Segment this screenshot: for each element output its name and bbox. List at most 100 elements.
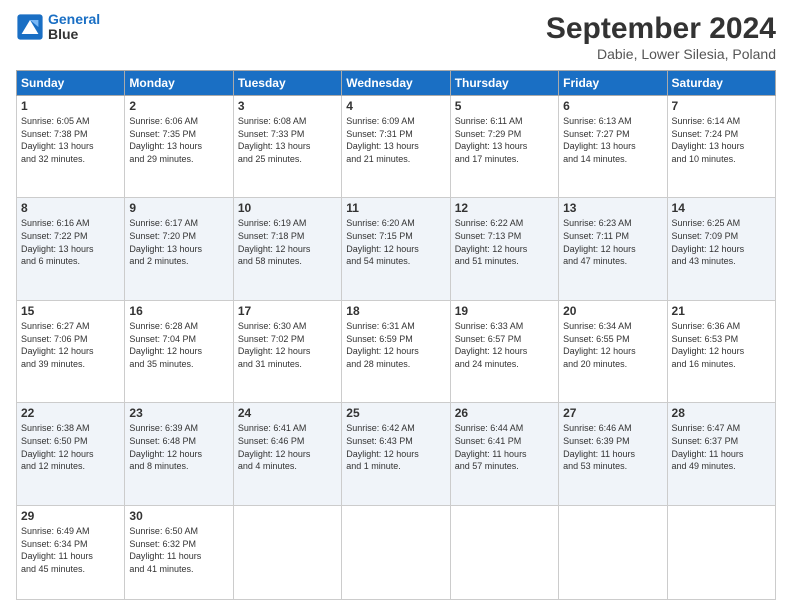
day-number: 24 — [238, 406, 337, 420]
col-header-wednesday: Wednesday — [342, 71, 450, 96]
calendar-cell — [233, 505, 341, 599]
day-number: 26 — [455, 406, 554, 420]
calendar-cell: 4 Sunrise: 6:09 AM Sunset: 7:31 PM Daylig… — [342, 96, 450, 198]
day-number: 8 — [21, 201, 120, 215]
day-number: 23 — [129, 406, 228, 420]
day-info: Sunrise: 6:13 AM Sunset: 7:27 PM Dayligh… — [563, 115, 662, 165]
calendar-cell — [559, 505, 667, 599]
calendar-cell: 25 Sunrise: 6:42 AM Sunset: 6:43 PM Dayli… — [342, 403, 450, 505]
day-info: Sunrise: 6:09 AM Sunset: 7:31 PM Dayligh… — [346, 115, 445, 165]
day-number: 27 — [563, 406, 662, 420]
col-header-monday: Monday — [125, 71, 233, 96]
month-title: September 2024 — [546, 12, 776, 46]
day-number: 2 — [129, 99, 228, 113]
day-info: Sunrise: 6:44 AM Sunset: 6:41 PM Dayligh… — [455, 422, 554, 472]
day-number: 9 — [129, 201, 228, 215]
day-info: Sunrise: 6:27 AM Sunset: 7:06 PM Dayligh… — [21, 320, 120, 370]
day-info: Sunrise: 6:22 AM Sunset: 7:13 PM Dayligh… — [455, 217, 554, 267]
day-info: Sunrise: 6:42 AM Sunset: 6:43 PM Dayligh… — [346, 422, 445, 472]
col-header-saturday: Saturday — [667, 71, 775, 96]
day-info: Sunrise: 6:28 AM Sunset: 7:04 PM Dayligh… — [129, 320, 228, 370]
calendar-cell: 2Sunrise: 6:06 AM Sunset: 7:35 PM Daylig… — [125, 96, 233, 198]
day-number: 6 — [563, 99, 662, 113]
location: Dabie, Lower Silesia, Poland — [546, 46, 776, 62]
day-info: Sunrise: 6:25 AM Sunset: 7:09 PM Dayligh… — [672, 217, 771, 267]
calendar-cell: 28 Sunrise: 6:47 AM Sunset: 6:37 PM Dayli… — [667, 403, 775, 505]
day-number: 14 — [672, 201, 771, 215]
day-number: 1 — [21, 99, 120, 113]
calendar-cell: 27 Sunrise: 6:46 AM Sunset: 6:39 PM Dayli… — [559, 403, 667, 505]
calendar-week-3: 15Sunrise: 6:27 AM Sunset: 7:06 PM Dayli… — [17, 300, 776, 402]
calendar-cell — [342, 505, 450, 599]
logo: General Blue — [16, 12, 100, 43]
day-number: 10 — [238, 201, 337, 215]
calendar-cell: 7 Sunrise: 6:14 AM Sunset: 7:24 PM Daylig… — [667, 96, 775, 198]
day-number: 3 — [238, 99, 337, 113]
day-info: Sunrise: 6:38 AM Sunset: 6:50 PM Dayligh… — [21, 422, 120, 472]
day-info: Sunrise: 6:41 AM Sunset: 6:46 PM Dayligh… — [238, 422, 337, 472]
calendar-cell: 3Sunrise: 6:08 AM Sunset: 7:33 PM Daylig… — [233, 96, 341, 198]
calendar-cell: 23 Sunrise: 6:39 AM Sunset: 6:48 PM Dayli… — [125, 403, 233, 505]
calendar-cell: 12 Sunrise: 6:22 AM Sunset: 7:13 PM Dayli… — [450, 198, 558, 300]
calendar-cell: 19Sunrise: 6:33 AM Sunset: 6:57 PM Dayli… — [450, 300, 558, 402]
day-number: 4 — [346, 99, 445, 113]
day-info: Sunrise: 6:36 AM Sunset: 6:53 PM Dayligh… — [672, 320, 771, 370]
calendar-cell: 24 Sunrise: 6:41 AM Sunset: 6:46 PM Dayli… — [233, 403, 341, 505]
day-number: 25 — [346, 406, 445, 420]
calendar-cell: 13Sunrise: 6:23 AM Sunset: 7:11 PM Dayli… — [559, 198, 667, 300]
day-info: Sunrise: 6:11 AM Sunset: 7:29 PM Dayligh… — [455, 115, 554, 165]
day-number: 12 — [455, 201, 554, 215]
day-info: Sunrise: 6:23 AM Sunset: 7:11 PM Dayligh… — [563, 217, 662, 267]
col-header-friday: Friday — [559, 71, 667, 96]
calendar-cell: 18 Sunrise: 6:31 AM Sunset: 6:59 PM Dayli… — [342, 300, 450, 402]
day-info: Sunrise: 6:47 AM Sunset: 6:37 PM Dayligh… — [672, 422, 771, 472]
logo-icon — [16, 13, 44, 41]
title-block: September 2024 Dabie, Lower Silesia, Pol… — [546, 12, 776, 62]
calendar-cell: 26 Sunrise: 6:44 AM Sunset: 6:41 PM Dayli… — [450, 403, 558, 505]
calendar-cell: 29 Sunrise: 6:49 AM Sunset: 6:34 PM Dayli… — [17, 505, 125, 599]
day-info: Sunrise: 6:31 AM Sunset: 6:59 PM Dayligh… — [346, 320, 445, 370]
calendar-cell: 21Sunrise: 6:36 AM Sunset: 6:53 PM Dayli… — [667, 300, 775, 402]
calendar-header-row: SundayMondayTuesdayWednesdayThursdayFrid… — [17, 71, 776, 96]
calendar-cell: 30 Sunrise: 6:50 AM Sunset: 6:32 PM Dayli… — [125, 505, 233, 599]
day-info: Sunrise: 6:46 AM Sunset: 6:39 PM Dayligh… — [563, 422, 662, 472]
day-info: Sunrise: 6:49 AM Sunset: 6:34 PM Dayligh… — [21, 525, 120, 575]
day-info: Sunrise: 6:34 AM Sunset: 6:55 PM Dayligh… — [563, 320, 662, 370]
day-number: 17 — [238, 304, 337, 318]
day-number: 5 — [455, 99, 554, 113]
day-number: 30 — [129, 509, 228, 523]
day-info: Sunrise: 6:33 AM Sunset: 6:57 PM Dayligh… — [455, 320, 554, 370]
day-number: 16 — [129, 304, 228, 318]
calendar-cell: 14 Sunrise: 6:25 AM Sunset: 7:09 PM Dayli… — [667, 198, 775, 300]
day-number: 22 — [21, 406, 120, 420]
calendar-cell — [667, 505, 775, 599]
day-number: 28 — [672, 406, 771, 420]
day-info: Sunrise: 6:14 AM Sunset: 7:24 PM Dayligh… — [672, 115, 771, 165]
calendar-cell: 20Sunrise: 6:34 AM Sunset: 6:55 PM Dayli… — [559, 300, 667, 402]
day-info: Sunrise: 6:16 AM Sunset: 7:22 PM Dayligh… — [21, 217, 120, 267]
col-header-thursday: Thursday — [450, 71, 558, 96]
day-info: Sunrise: 6:50 AM Sunset: 6:32 PM Dayligh… — [129, 525, 228, 575]
calendar-cell: 10 Sunrise: 6:19 AM Sunset: 7:18 PM Dayli… — [233, 198, 341, 300]
day-number: 7 — [672, 99, 771, 113]
logo-text: General Blue — [48, 12, 100, 43]
calendar-week-1: 1Sunrise: 6:05 AM Sunset: 7:38 PM Daylig… — [17, 96, 776, 198]
day-number: 11 — [346, 201, 445, 215]
calendar-cell: 15Sunrise: 6:27 AM Sunset: 7:06 PM Dayli… — [17, 300, 125, 402]
calendar-cell: 5 Sunrise: 6:11 AM Sunset: 7:29 PM Daylig… — [450, 96, 558, 198]
col-header-tuesday: Tuesday — [233, 71, 341, 96]
page: General Blue September 2024 Dabie, Lower… — [0, 0, 792, 612]
calendar-cell: 22 Sunrise: 6:38 AM Sunset: 6:50 PM Dayli… — [17, 403, 125, 505]
calendar-cell: 6 Sunrise: 6:13 AM Sunset: 7:27 PM Daylig… — [559, 96, 667, 198]
calendar-week-2: 8 Sunrise: 6:16 AM Sunset: 7:22 PM Daylig… — [17, 198, 776, 300]
calendar-cell — [450, 505, 558, 599]
day-info: Sunrise: 6:19 AM Sunset: 7:18 PM Dayligh… — [238, 217, 337, 267]
day-info: Sunrise: 6:17 AM Sunset: 7:20 PM Dayligh… — [129, 217, 228, 267]
day-number: 29 — [21, 509, 120, 523]
calendar-week-4: 22 Sunrise: 6:38 AM Sunset: 6:50 PM Dayli… — [17, 403, 776, 505]
day-number: 18 — [346, 304, 445, 318]
header: General Blue September 2024 Dabie, Lower… — [16, 12, 776, 62]
day-info: Sunrise: 6:30 AM Sunset: 7:02 PM Dayligh… — [238, 320, 337, 370]
calendar-cell: 8 Sunrise: 6:16 AM Sunset: 7:22 PM Daylig… — [17, 198, 125, 300]
day-info: Sunrise: 6:39 AM Sunset: 6:48 PM Dayligh… — [129, 422, 228, 472]
